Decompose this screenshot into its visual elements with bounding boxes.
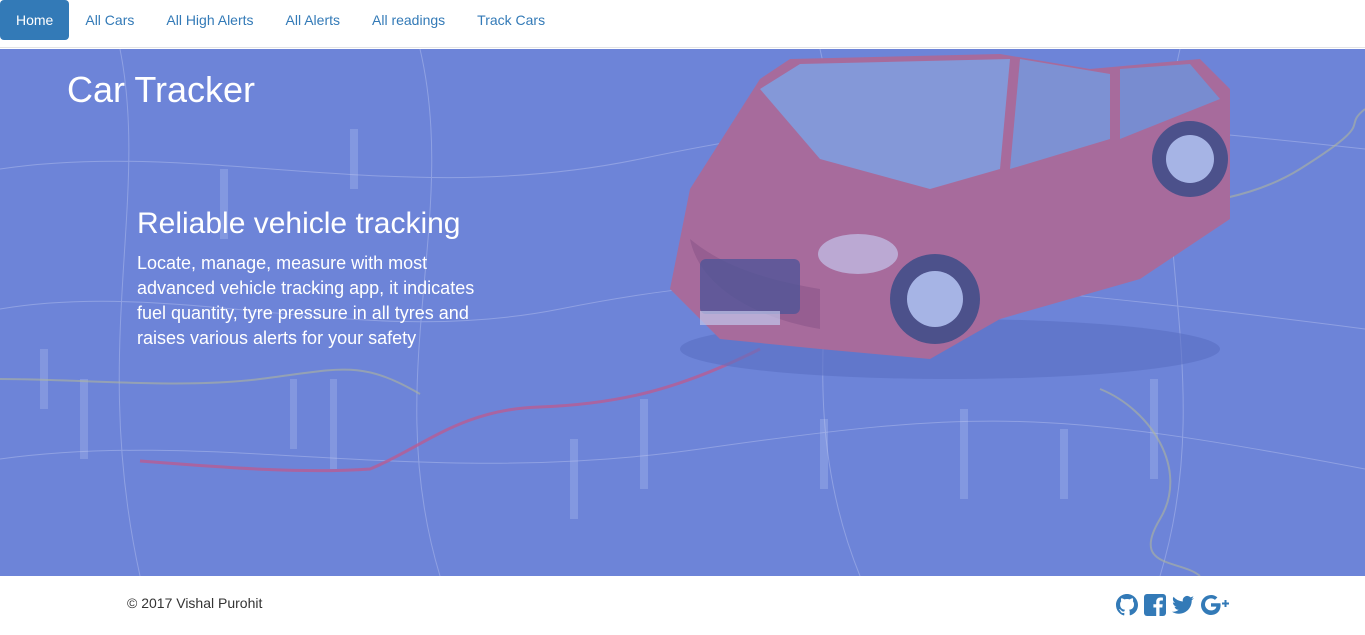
nav-home[interactable]: Home: [0, 0, 70, 40]
hero-heading: Reliable vehicle tracking: [137, 207, 461, 240]
facebook-icon[interactable]: [1143, 593, 1167, 617]
hero-description: Locate, manage, measure with most advanc…: [137, 253, 475, 348]
hero-banner: Car Tracker Reliable vehicle tracking Lo…: [0, 49, 1365, 576]
nav-all-high-alerts[interactable]: All High Alerts: [150, 0, 269, 40]
copyright-text: © 2017 Vishal Purohit: [127, 595, 263, 611]
nav-all-cars[interactable]: All Cars: [69, 0, 150, 40]
social-links: [1115, 593, 1237, 617]
nav-all-alerts[interactable]: All Alerts: [270, 0, 356, 40]
github-icon[interactable]: [1115, 593, 1139, 617]
google-plus-icon[interactable]: [1199, 593, 1237, 617]
top-navbar: Home All Cars All High Alerts All Alerts…: [0, 0, 1365, 48]
nav-all-readings[interactable]: All readings: [356, 0, 461, 40]
hero-title: Car Tracker: [67, 69, 256, 110]
twitter-icon[interactable]: [1171, 593, 1195, 617]
nav-track-cars[interactable]: Track Cars: [461, 0, 561, 40]
footer: © 2017 Vishal Purohit: [0, 576, 1365, 635]
